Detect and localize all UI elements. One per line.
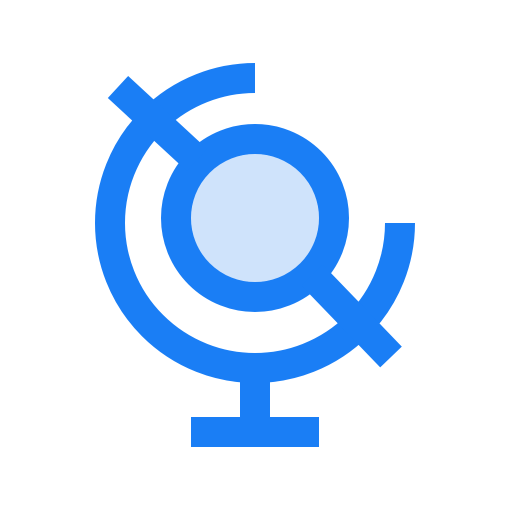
icon-canvas xyxy=(0,0,512,512)
globe-icon xyxy=(95,63,415,447)
globe-core xyxy=(191,154,319,282)
